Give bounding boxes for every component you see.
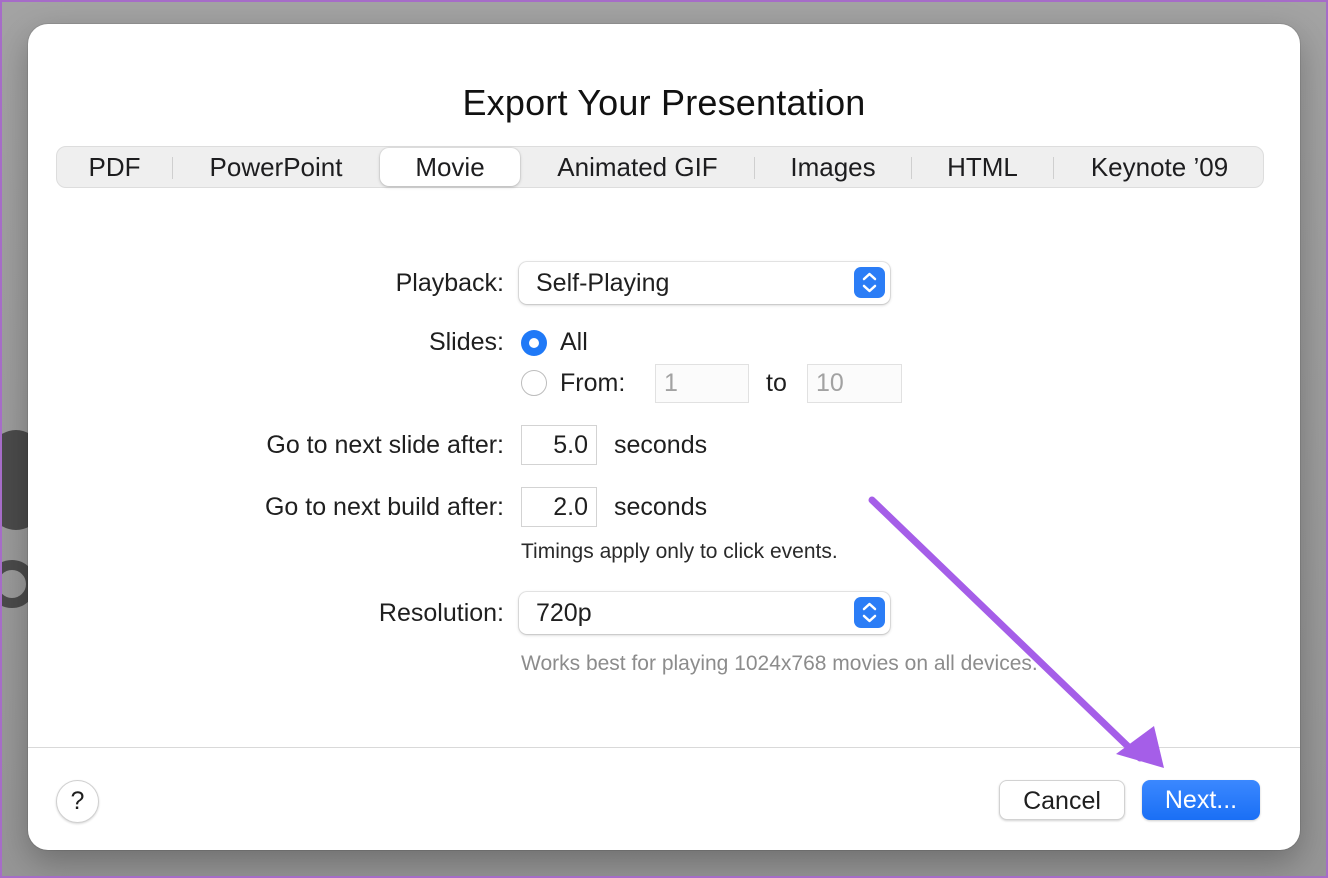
dialog-title: Export Your Presentation (462, 82, 866, 123)
timings-note: Timings apply only to click events. (521, 540, 838, 563)
resolution-note: Works best for playing 1024x768 movies o… (521, 652, 1038, 675)
slides-to-label: to (766, 369, 787, 397)
next-build-seconds-field[interactable] (521, 487, 597, 527)
slides-all-radio[interactable] (521, 330, 547, 356)
export-format-tabs: PDF PowerPoint Movie Animated GIF Images… (56, 146, 1264, 188)
tab-animated-gif[interactable]: Animated GIF (521, 147, 754, 187)
tab-pdf[interactable]: PDF (57, 147, 172, 187)
cancel-button[interactable]: Cancel (999, 780, 1125, 820)
next-slide-label: Go to next slide after: (266, 431, 504, 459)
export-dialog: Export Your Presentation PDF PowerPoint … (28, 24, 1300, 850)
chevron-up-down-icon (854, 597, 885, 628)
footer-divider (28, 747, 1300, 748)
help-button[interactable]: ? (56, 780, 99, 823)
resolution-label: Resolution: (378, 599, 504, 627)
resolution-value: 720p (536, 599, 592, 627)
playback-label: Playback: (395, 269, 504, 297)
tab-powerpoint[interactable]: PowerPoint (173, 147, 379, 187)
slides-all-label: All (560, 328, 588, 356)
playback-select[interactable]: Self-Playing (519, 262, 890, 304)
playback-value: Self-Playing (536, 269, 670, 297)
next-build-unit: seconds (614, 493, 708, 521)
slides-from-radio[interactable] (521, 370, 547, 396)
tab-keynote-09[interactable]: Keynote ’09 (1054, 147, 1265, 187)
next-slide-seconds-field[interactable] (521, 425, 597, 465)
next-slide-unit: seconds (614, 431, 708, 459)
slides-from-field[interactable] (655, 364, 749, 403)
slides-to-field[interactable] (807, 364, 902, 403)
slides-label: Slides: (428, 328, 504, 356)
tab-html[interactable]: HTML (912, 147, 1053, 187)
tab-images[interactable]: Images (755, 147, 911, 187)
resolution-select[interactable]: 720p (519, 592, 890, 634)
chevron-up-down-icon (854, 267, 885, 298)
next-build-label: Go to next build after: (264, 493, 504, 521)
slides-from-label: From: (560, 369, 626, 397)
next-button[interactable]: Next... (1142, 780, 1260, 820)
tab-movie[interactable]: Movie (380, 148, 520, 186)
